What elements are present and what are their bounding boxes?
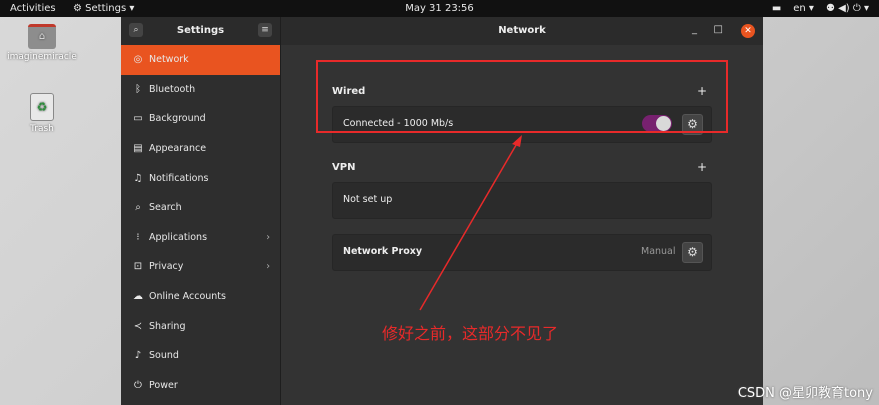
watermark: CSDN @星卯教育tony [737,386,873,401]
annotation-text: 修好之前，这部分不见了 [382,324,559,343]
annotation-arrow [419,135,522,311]
